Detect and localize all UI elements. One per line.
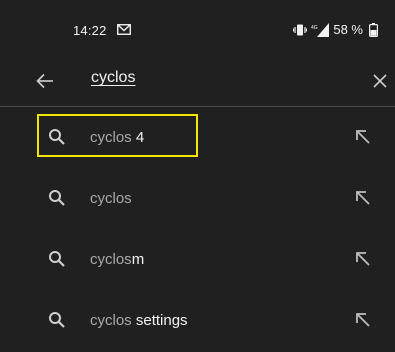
status-bar: 14:22 4G 58 % bbox=[0, 0, 395, 40]
suggestion-item-cyclos-settings[interactable]: cyclos settings bbox=[0, 290, 395, 351]
arrow-up-left-icon[interactable] bbox=[355, 129, 371, 145]
suggestion-prefix: cyclos bbox=[90, 190, 132, 207]
suggestion-list: cyclos 4 cyclos cyclosm cyclos settings bbox=[0, 107, 395, 351]
search-input[interactable]: cyclos bbox=[91, 69, 135, 87]
suggestion-item-cyclos-4[interactable]: cyclos 4 bbox=[0, 107, 395, 168]
suggestion-label: cyclos settings bbox=[90, 312, 188, 329]
arrow-left-icon bbox=[36, 73, 53, 89]
search-icon bbox=[49, 129, 65, 145]
suggestion-completion: 4 bbox=[131, 129, 145, 146]
arrow-up-left-icon[interactable] bbox=[355, 312, 371, 328]
suggestion-prefix: cyclos bbox=[90, 251, 132, 268]
status-time: 14:22 bbox=[73, 23, 107, 38]
signal-icon: 4G bbox=[311, 22, 330, 37]
suggestion-item-cyclos[interactable]: cyclos bbox=[0, 168, 395, 229]
gmail-icon bbox=[117, 24, 131, 35]
suggestion-label: cyclosm bbox=[90, 251, 144, 268]
status-indicators: 4G 58 % bbox=[293, 22, 378, 37]
back-button[interactable] bbox=[30, 66, 60, 96]
battery-percent: 58 % bbox=[333, 22, 363, 37]
clear-search-button[interactable] bbox=[365, 66, 395, 96]
suggestion-prefix: cyclos bbox=[90, 312, 132, 329]
search-icon bbox=[49, 312, 65, 328]
search-icon bbox=[49, 190, 65, 206]
suggestion-completion: settings bbox=[131, 312, 188, 329]
battery-icon bbox=[369, 22, 378, 37]
search-icon bbox=[49, 251, 65, 267]
search-screen: 14:22 4G 58 % cyclos cyclos 4 cyclos cyc… bbox=[0, 0, 395, 352]
suggestion-prefix: cyclos bbox=[90, 129, 132, 146]
suggestion-completion: m bbox=[131, 251, 145, 268]
network-type-label: 4G bbox=[311, 25, 318, 31]
suggestion-label: cyclos 4 bbox=[90, 129, 144, 146]
arrow-up-left-icon[interactable] bbox=[355, 190, 371, 206]
close-icon bbox=[373, 74, 387, 88]
arrow-up-left-icon[interactable] bbox=[355, 251, 371, 267]
vibrate-icon bbox=[293, 24, 308, 35]
search-bar: cyclos bbox=[0, 56, 395, 106]
suggestion-item-cyclosm[interactable]: cyclosm bbox=[0, 229, 395, 290]
suggestion-label: cyclos bbox=[90, 190, 132, 207]
